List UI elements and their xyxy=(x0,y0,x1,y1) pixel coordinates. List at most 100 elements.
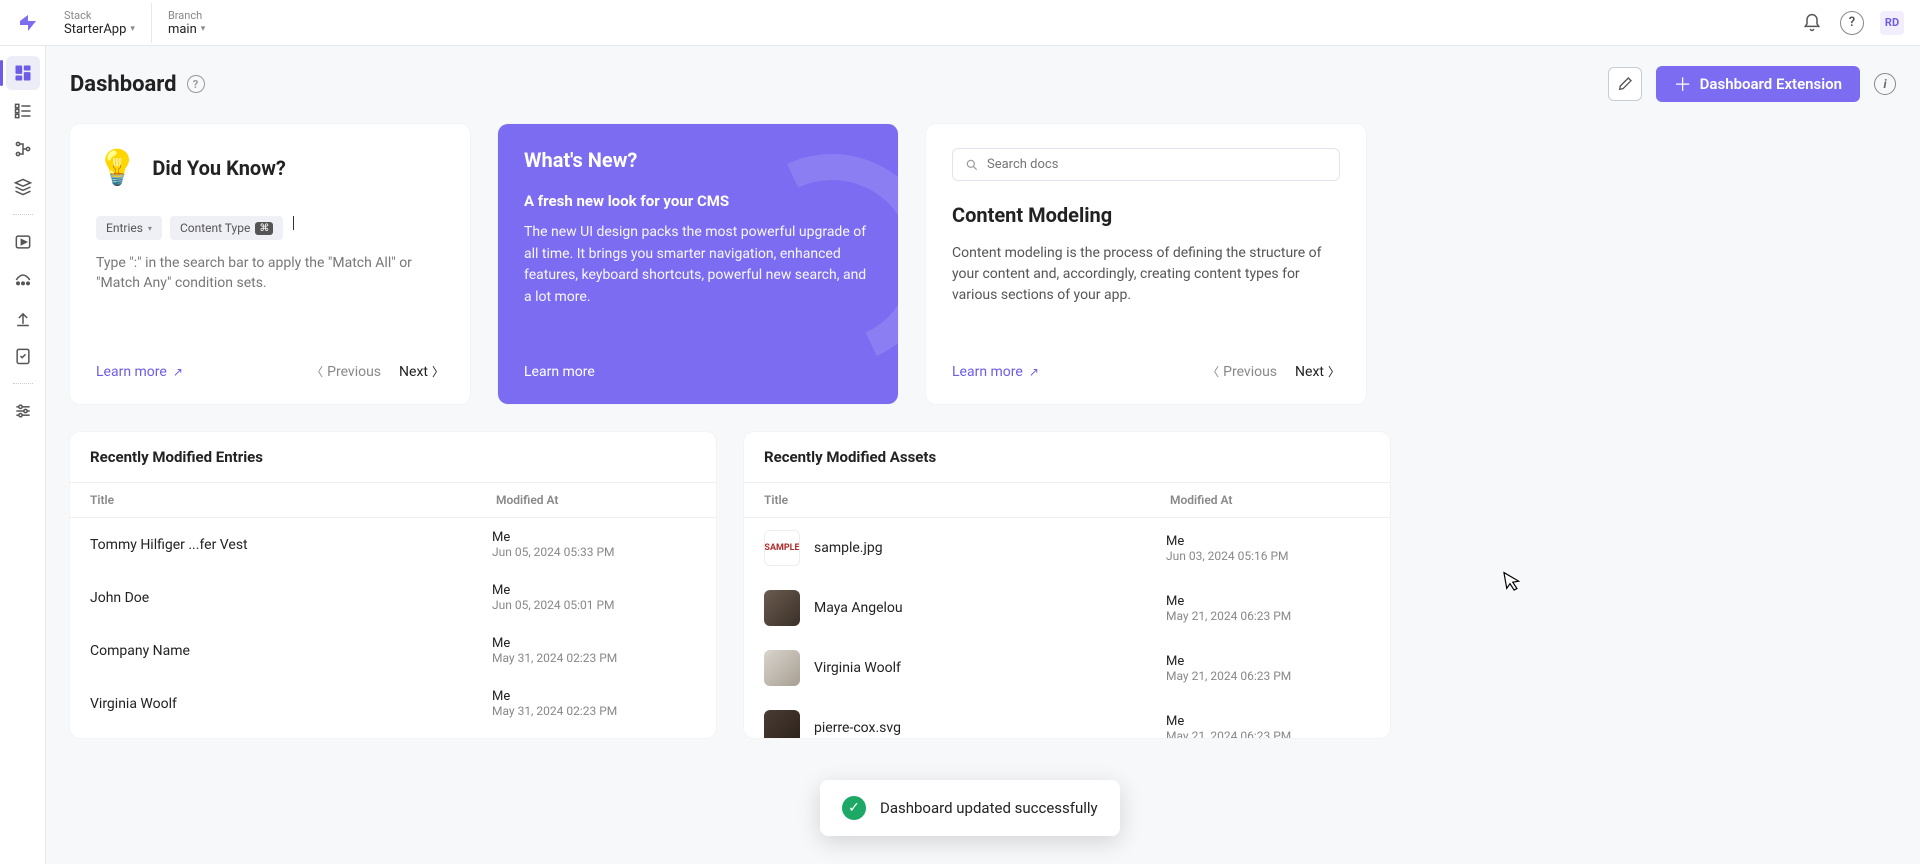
list-item[interactable]: Jane AustenMe xyxy=(70,730,712,738)
recent-assets-header: Recently Modified Assets xyxy=(744,432,1390,483)
notifications-icon[interactable] xyxy=(1800,11,1824,35)
item-meta: MeJun 05, 2024 05:33 PM xyxy=(492,530,692,559)
user-avatar[interactable]: RD xyxy=(1880,11,1904,35)
success-toast: ✓ Dashboard updated successfully xyxy=(820,780,1120,836)
branch-value: main xyxy=(168,22,197,37)
item-meta: MeMay 21, 2024 06:23 PM xyxy=(1166,714,1366,739)
sidebar-item-tasks[interactable] xyxy=(6,339,40,373)
list-item[interactable]: pierre-cox.svgMeMay 21, 2024 06:23 PM xyxy=(744,698,1386,738)
search-icon xyxy=(965,158,979,172)
external-link-icon: ↗ xyxy=(173,365,183,379)
modified-at: May 31, 2024 02:23 PM xyxy=(492,651,692,665)
sidebar-item-publish[interactable] xyxy=(6,225,40,259)
primary-button-label: Dashboard Extension xyxy=(1700,75,1842,93)
item-meta: MeMay 31, 2024 02:23 PM xyxy=(492,689,692,718)
info-icon[interactable]: i xyxy=(1874,73,1896,95)
sidebar-item-settings[interactable] xyxy=(6,394,40,428)
branch-selector[interactable]: Branch main▾ xyxy=(151,3,221,43)
entries-tag[interactable]: Entries▾ xyxy=(96,216,162,240)
sidebar-item-releases[interactable] xyxy=(6,263,40,297)
whats-new-body: The new UI design packs the most powerfu… xyxy=(524,222,872,309)
item-title: John Doe xyxy=(90,590,492,606)
item-title: Virginia Woolf xyxy=(90,696,492,712)
text-cursor xyxy=(293,216,294,230)
toast-message: Dashboard updated successfully xyxy=(880,799,1098,817)
item-title: Virginia Woolf xyxy=(814,660,1166,676)
modified-by: Me xyxy=(492,636,692,651)
did-you-know-hint: Type ":" in the search bar to apply the … xyxy=(96,254,444,293)
list-item[interactable]: Maya AngelouMeMay 21, 2024 06:23 PM xyxy=(744,578,1386,638)
docs-card: Content Modeling Content modeling is the… xyxy=(926,124,1366,404)
chevron-left-icon: 〈 xyxy=(1207,363,1219,380)
app-logo[interactable] xyxy=(16,11,40,35)
modified-by: Me xyxy=(1166,714,1366,729)
modified-by: Me xyxy=(492,689,692,704)
list-item[interactable]: SAMPLEsample.jpgMeJun 03, 2024 05:16 PM xyxy=(744,518,1386,578)
dashboard-extension-button[interactable]: ＋ Dashboard Extension xyxy=(1656,66,1860,102)
sidebar-item-upload[interactable] xyxy=(6,301,40,335)
top-header: Stack StarterApp▾ Branch main▾ ? RD xyxy=(0,0,1920,46)
modified-at: May 21, 2024 06:23 PM xyxy=(1166,669,1366,683)
keyboard-icon: ⌘ xyxy=(255,222,273,235)
column-modified: Modified At xyxy=(496,493,696,507)
asset-thumbnail xyxy=(764,590,800,626)
content-type-tag[interactable]: Content Type⌘ xyxy=(170,216,283,240)
check-icon: ✓ xyxy=(842,796,866,820)
item-title: sample.jpg xyxy=(814,540,1166,556)
list-item[interactable]: Company NameMeMay 31, 2024 02:23 PM xyxy=(70,624,712,677)
column-title: Title xyxy=(90,493,496,507)
modified-at: Jun 03, 2024 05:16 PM xyxy=(1166,549,1366,563)
search-docs-input[interactable] xyxy=(952,148,1340,181)
plus-icon: ＋ xyxy=(1674,71,1692,97)
edit-button[interactable] xyxy=(1608,67,1642,101)
recent-entries-list[interactable]: Tommy Hilfiger ...fer VestMeJun 05, 2024… xyxy=(70,518,716,738)
help-icon[interactable]: ? xyxy=(187,75,205,93)
learn-more-link[interactable]: Learn more xyxy=(524,364,595,380)
recent-assets-card: Recently Modified Assets Title Modified … xyxy=(744,432,1390,738)
main-content: Dashboard ? ＋ Dashboard Extension i 💡 Di… xyxy=(46,46,1920,864)
stack-selector[interactable]: Stack StarterApp▾ xyxy=(64,3,151,43)
sidebar-item-assets[interactable] xyxy=(6,170,40,204)
did-you-know-title: Did You Know? xyxy=(152,156,286,180)
breadcrumb: Stack StarterApp▾ Branch main▾ xyxy=(64,3,221,43)
next-button[interactable]: Next〉 xyxy=(1295,363,1340,380)
modified-at: May 21, 2024 06:23 PM xyxy=(1166,729,1366,739)
modified-by: Me xyxy=(1166,534,1366,549)
list-item[interactable]: Virginia WoolfMeMay 21, 2024 06:23 PM xyxy=(744,638,1386,698)
stack-label: Stack xyxy=(64,9,135,22)
sidebar-item-entries[interactable] xyxy=(6,94,40,128)
stack-value: StarterApp xyxy=(64,22,126,37)
sidebar-separator xyxy=(13,214,33,215)
item-meta: MeMay 31, 2024 02:23 PM xyxy=(492,636,692,665)
list-item[interactable]: Tommy Hilfiger ...fer VestMeJun 05, 2024… xyxy=(70,518,712,571)
recent-row: Recently Modified Entries Title Modified… xyxy=(70,432,1896,738)
did-you-know-card: 💡 Did You Know? Entries▾ Content Type⌘ T… xyxy=(70,124,470,404)
next-button[interactable]: Next〉 xyxy=(399,363,444,380)
search-docs-field[interactable] xyxy=(987,157,1327,172)
sidebar xyxy=(0,46,46,864)
previous-button[interactable]: 〈Previous xyxy=(311,363,381,380)
list-item[interactable]: Virginia WoolfMeMay 31, 2024 02:23 PM xyxy=(70,677,712,730)
chevron-right-icon: 〉 xyxy=(432,363,444,380)
item-title: Company Name xyxy=(90,643,492,659)
previous-button[interactable]: 〈Previous xyxy=(1207,363,1277,380)
recent-assets-list[interactable]: SAMPLEsample.jpgMeJun 03, 2024 05:16 PMM… xyxy=(744,518,1390,738)
sidebar-item-dashboard[interactable] xyxy=(6,56,40,90)
cards-row: 💡 Did You Know? Entries▾ Content Type⌘ T… xyxy=(70,124,1896,404)
whats-new-card: What's New? A fresh new look for your CM… xyxy=(498,124,898,404)
branch-label: Branch xyxy=(168,9,205,22)
docs-body: Content modeling is the process of defin… xyxy=(952,243,1340,306)
page-header: Dashboard ? ＋ Dashboard Extension i xyxy=(70,66,1896,102)
column-modified: Modified At xyxy=(1170,493,1370,507)
help-icon[interactable]: ? xyxy=(1840,11,1864,35)
item-meta: MeJun 05, 2024 05:01 PM xyxy=(492,583,692,612)
learn-more-link[interactable]: Learn more↗ xyxy=(952,364,1039,380)
asset-thumbnail xyxy=(764,650,800,686)
modified-by: Me xyxy=(1166,594,1366,609)
item-title: pierre-cox.svg xyxy=(814,720,1166,736)
list-item[interactable]: John DoeMeJun 05, 2024 05:01 PM xyxy=(70,571,712,624)
learn-more-link[interactable]: Learn more↗ xyxy=(96,364,183,380)
sidebar-item-content-types[interactable] xyxy=(6,132,40,166)
recent-entries-header: Recently Modified Entries xyxy=(70,432,716,483)
item-meta: MeJun 03, 2024 05:16 PM xyxy=(1166,534,1366,563)
